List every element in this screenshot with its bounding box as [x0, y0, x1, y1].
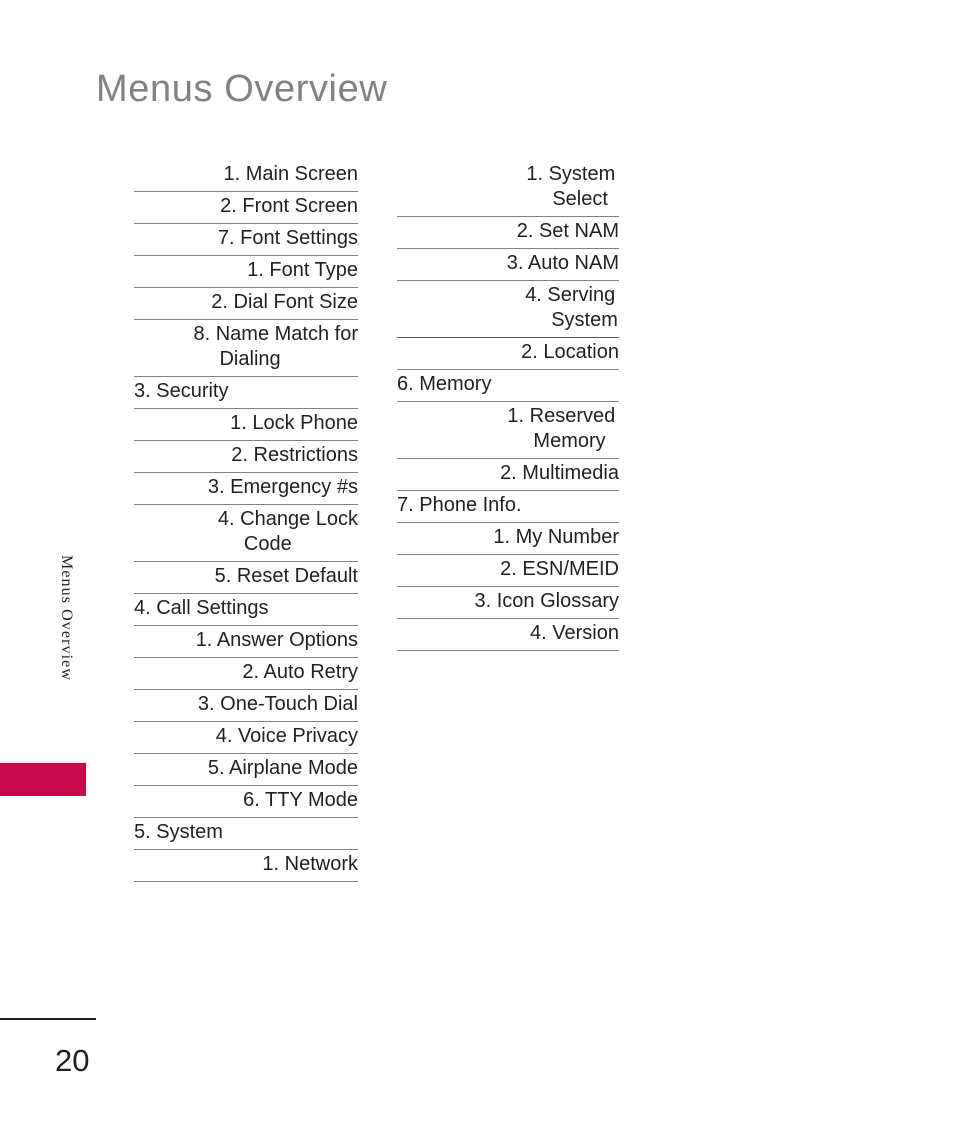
page-title: Menus Overview [96, 68, 388, 110]
menu-row: 1. Main Screen [134, 160, 358, 192]
menu-row-label: 1. My Number [493, 526, 619, 548]
menu-row-label: 2. Dial Font Size [211, 291, 358, 313]
menu-row: 1. System Select [397, 160, 619, 217]
menu-row-label: 5. Airplane Mode [207, 757, 358, 779]
menu-row-label: 2. ESN/MEID [500, 558, 619, 580]
menu-row-label: 1. Network [262, 853, 358, 875]
menu-row-label: 1. Font Type [247, 259, 358, 281]
menu-row: 6. Memory [397, 370, 619, 402]
menu-row: 3. Security [134, 377, 358, 409]
menu-row-label: 3. Auto NAM [506, 252, 619, 274]
menu-row-label: 4. Version [530, 622, 619, 644]
menu-row-label: 4. Change Lock Code [217, 508, 358, 555]
menu-row: 2. Auto Retry [134, 658, 358, 690]
menu-row: 5. Reset Default [134, 562, 358, 594]
menu-row: 7. Phone Info. [397, 491, 619, 523]
side-tab: Menus Overview [0, 555, 86, 796]
menu-row-label: 7. Phone Info. [397, 494, 522, 516]
menu-row: 3. Emergency #s [134, 473, 358, 505]
menu-row-label: 3. Security [134, 380, 229, 402]
menu-row: 4. Call Settings [134, 594, 358, 626]
menu-row: 7. Font Settings [134, 224, 358, 256]
menu-row-label: 2. Front Screen [220, 195, 358, 217]
menu-row: 1. Answer Options [134, 626, 358, 658]
menu-row: 2. Dial Font Size [134, 288, 358, 320]
menu-row-label: 1. Main Screen [223, 163, 358, 185]
menu-row-label: 4. Voice Privacy [215, 725, 358, 747]
menu-row: 1. Network [134, 850, 358, 882]
menu-row-label: 1. Lock Phone [230, 412, 358, 434]
menu-row-label: 1. Answer Options [195, 629, 358, 651]
menu-row: 4. Voice Privacy [134, 722, 358, 754]
menu-row-label: 2. Restrictions [231, 444, 358, 466]
menu-row: 4. Version [397, 619, 619, 651]
menu-row: 5. Airplane Mode [134, 754, 358, 786]
menu-row-label: 8. Name Match for Dialing [193, 323, 358, 370]
menu-row-label: 5. Reset Default [214, 565, 358, 587]
menu-row: 3. Icon Glossary [397, 587, 619, 619]
menu-row: 6. TTY Mode [134, 786, 358, 818]
menu-row-label: 6. Memory [397, 373, 492, 395]
menu-row-label: 2. Set NAM [516, 220, 619, 242]
menu-row: 1. Lock Phone [134, 409, 358, 441]
menu-row-label: 7. Font Settings [217, 227, 358, 249]
menu-row-label: 3. Emergency #s [207, 476, 358, 498]
menu-row-label: 4. Call Settings [134, 597, 269, 619]
menu-row: 2. Front Screen [134, 192, 358, 224]
right-menu-column: 1. System Select 2. Set NAM 3. Auto NAM 4. … [397, 160, 619, 651]
menu-row-label: 5. System [134, 821, 223, 843]
menu-row-label: 3. Icon Glossary [474, 590, 619, 612]
menu-row: 2. Location [397, 338, 619, 370]
menu-row: 1. Font Type [134, 256, 358, 288]
menu-row-label: 2. Auto Retry [242, 661, 358, 683]
menu-row-label: 4. Serving System [525, 284, 618, 331]
menu-row: 2. ESN/MEID [397, 555, 619, 587]
menu-row: 2. Restrictions [134, 441, 358, 473]
menu-row: 1. My Number [397, 523, 619, 555]
menu-row: 4. Change Lock Code [134, 505, 358, 562]
menu-row-label: 3. One-Touch Dial [197, 693, 358, 715]
menu-row: 5. System [134, 818, 358, 850]
menu-row: 2. Multimedia [397, 459, 619, 491]
menu-row: 8. Name Match for Dialing [134, 320, 358, 377]
left-menu-column: 1. Main Screen 2. Front Screen 7. Font Set… [134, 160, 358, 882]
page-number: 20 [55, 1043, 90, 1078]
menu-row-label: 2. Location [521, 341, 619, 363]
menu-row: 1. Reserved Memory [397, 402, 619, 459]
menu-row: 2. Set NAM [397, 217, 619, 249]
side-tab-accent-bar [0, 763, 86, 796]
menu-row: 3. One-Touch Dial [134, 690, 358, 722]
menu-row-label: 6. TTY Mode [243, 789, 358, 811]
footer-rule [0, 1018, 96, 1020]
side-tab-label: Menus Overview [58, 555, 75, 682]
menu-row: 3. Auto NAM [397, 249, 619, 281]
menu-row-label: 1. Reserved Memory [507, 405, 616, 452]
menu-row-label: 1. System Select [526, 163, 616, 210]
menu-row: 4. Serving System [397, 281, 619, 338]
menu-row-label: 2. Multimedia [500, 462, 619, 484]
